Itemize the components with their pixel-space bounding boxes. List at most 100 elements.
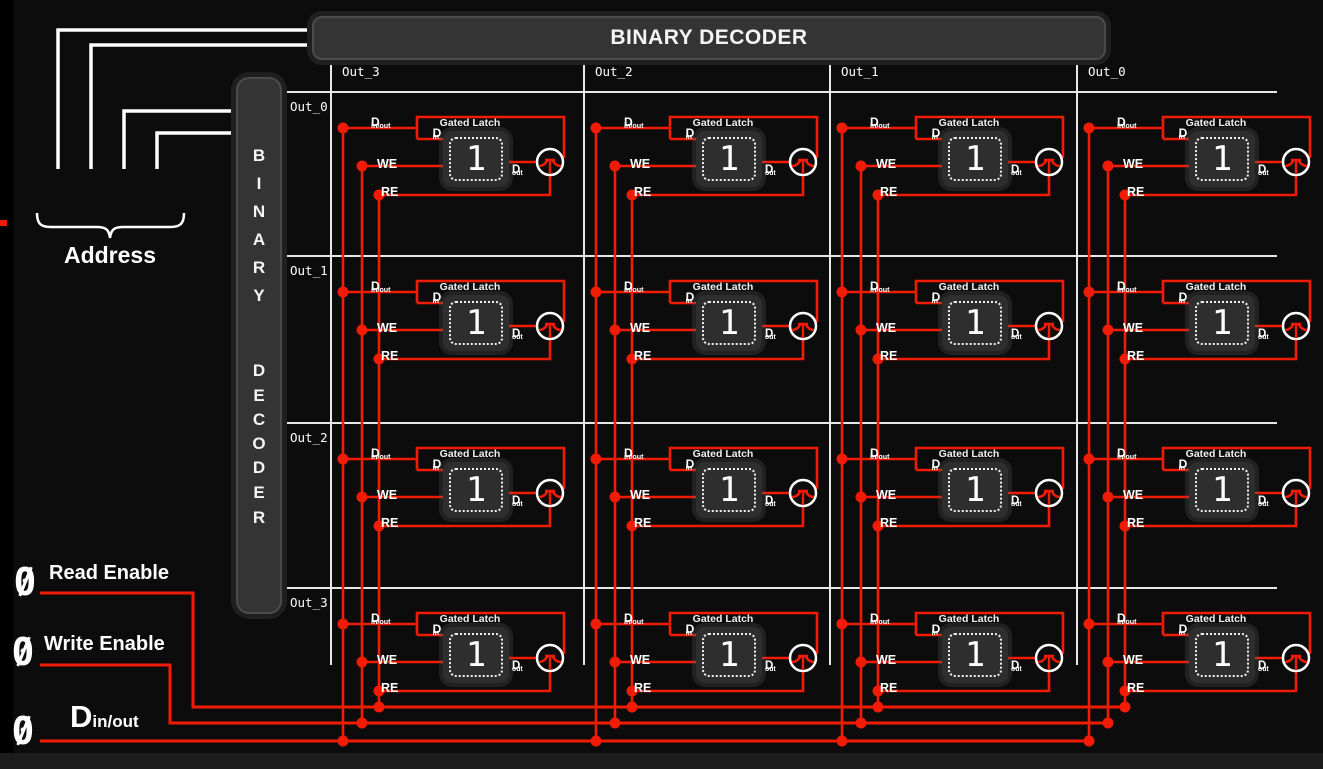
latch-value: 1 (965, 303, 985, 343)
din-out-label: Din/out (1117, 446, 1137, 460)
gated-latch-box: 1 (1189, 295, 1255, 351)
latch-value-frame: 1 (702, 633, 756, 677)
memory-cell: Din/out Gated Latch Din 1 WE RE Dout (1077, 588, 1323, 753)
gated-latch-box: 1 (942, 627, 1008, 683)
latch-value: 1 (466, 139, 486, 179)
latch-value: 1 (719, 470, 739, 510)
latch-value: 1 (965, 470, 985, 510)
din-label: Din (1157, 622, 1185, 636)
left-decoder-letter: O (238, 434, 280, 454)
din-label: Din (910, 457, 938, 471)
latch-value: 1 (1212, 139, 1232, 179)
din-out-label: Din/out (371, 611, 391, 625)
latch-value-frame: 1 (449, 301, 503, 345)
dout-label: Dout (512, 660, 523, 674)
data-in-out-value: 0 (10, 712, 36, 750)
we-label: WE (1123, 488, 1143, 502)
row-label: Out_2 (290, 430, 328, 445)
latch-value-frame: 1 (1195, 137, 1249, 181)
left-decoder-letter: D (238, 458, 280, 478)
left-decoder-letter: A (238, 230, 280, 250)
re-label: RE (880, 516, 897, 530)
re-label: RE (634, 681, 651, 695)
gated-latch-box: 1 (942, 131, 1008, 187)
memory-cell: Din/out Gated Latch Din 1 WE RE Dout (830, 588, 1080, 753)
din-out-label: Din/out (624, 611, 644, 625)
dout-label: Dout (1258, 660, 1269, 674)
din-label: Din (1157, 457, 1185, 471)
latch-value: 1 (466, 470, 486, 510)
din-out-label: Din/out (624, 115, 644, 129)
left-decoder-letter: E (238, 386, 280, 406)
memory-cell: Din/out Gated Latch Din 1 WE RE Dout (1077, 92, 1323, 257)
din-out-label: Din/out (371, 279, 391, 293)
din-label: Din (910, 622, 938, 636)
memory-cell: Din/out Gated Latch Din 1 WE RE Dout (584, 588, 834, 753)
din-out-label: Din/out (624, 446, 644, 460)
din-label: Din (664, 290, 692, 304)
gated-latch-box: 1 (443, 295, 509, 351)
read-enable-label: Read Enable (49, 562, 169, 585)
din-out-label: Din/out (1117, 115, 1137, 129)
re-label: RE (880, 185, 897, 199)
left-decoder-letter: R (238, 258, 280, 278)
dout-label: Dout (765, 328, 776, 342)
we-label: WE (876, 488, 896, 502)
re-label: RE (634, 349, 651, 363)
we-label: WE (377, 488, 397, 502)
memory-cell: Din/out Gated Latch Din 1 WE RE Dout (1077, 423, 1323, 588)
latch-value-frame: 1 (1195, 468, 1249, 512)
gated-latch-box: 1 (942, 295, 1008, 351)
re-label: RE (381, 681, 398, 695)
we-label: WE (630, 488, 650, 502)
re-label: RE (880, 349, 897, 363)
latch-value: 1 (466, 303, 486, 343)
latch-value-frame: 1 (948, 468, 1002, 512)
latch-value-frame: 1 (948, 137, 1002, 181)
left-decoder-letter: I (238, 174, 280, 194)
column-label: Out_3 (342, 64, 380, 79)
re-label: RE (634, 516, 651, 530)
din-label: Din (411, 622, 439, 636)
gated-latch-box: 1 (696, 462, 762, 518)
left-decoder-letter: R (238, 508, 280, 528)
latch-value-frame: 1 (948, 301, 1002, 345)
left-decoder-letter: N (238, 202, 280, 222)
memory-cell: Din/out Gated Latch Din 1 WE RE Dout (830, 256, 1080, 421)
dout-label: Dout (1258, 164, 1269, 178)
we-label: WE (876, 653, 896, 667)
latch-value-frame: 1 (702, 468, 756, 512)
memory-cell: Din/out Gated Latch Din 1 WE RE Dout (331, 256, 581, 421)
latch-value-frame: 1 (1195, 633, 1249, 677)
left-decoder-letter: D (238, 361, 280, 381)
dout-label: Dout (765, 660, 776, 674)
latch-value-frame: 1 (449, 633, 503, 677)
din-out-label: Din/out (371, 446, 391, 460)
we-label: WE (876, 157, 896, 171)
latch-value-frame: 1 (702, 301, 756, 345)
gated-latch-box: 1 (1189, 462, 1255, 518)
write-enable-label: Write Enable (44, 633, 165, 656)
din-out-label: Din/out (870, 446, 890, 460)
left-decoder-letter: Y (238, 286, 280, 306)
we-label: WE (630, 157, 650, 171)
gated-latch-box: 1 (696, 295, 762, 351)
re-label: RE (1127, 185, 1144, 199)
left-decoder-letter: C (238, 410, 280, 430)
column-label: Out_0 (1088, 64, 1126, 79)
dout-label: Dout (512, 328, 523, 342)
memory-cell: Din/out Gated Latch Din 1 WE RE Dout (830, 92, 1080, 257)
din-label: Din (1157, 290, 1185, 304)
row-label: Out_0 (290, 99, 328, 114)
din-out-label: Din/out (371, 115, 391, 129)
dout-label: Dout (1011, 328, 1022, 342)
column-label: Out_1 (841, 64, 879, 79)
data-in-out-label: Din/out (70, 701, 139, 732)
row-label: Out_1 (290, 263, 328, 278)
gated-latch-box: 1 (942, 462, 1008, 518)
left-decoder-letter: E (238, 483, 280, 503)
latch-value-frame: 1 (449, 137, 503, 181)
re-label: RE (880, 681, 897, 695)
memory-cell: Din/out Gated Latch Din 1 WE RE Dout (830, 423, 1080, 588)
latch-value: 1 (1212, 470, 1232, 510)
